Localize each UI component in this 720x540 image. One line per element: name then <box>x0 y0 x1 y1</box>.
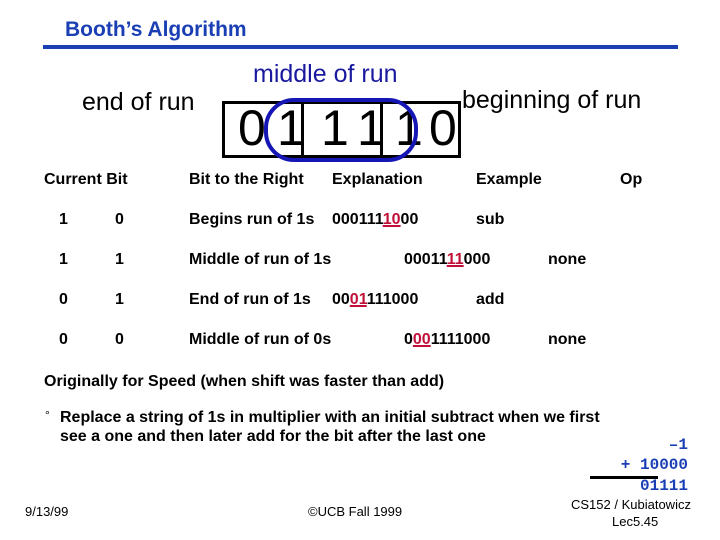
explanation: Begins run of 1s <box>189 211 315 228</box>
example: 0001111000 <box>332 291 418 309</box>
middle-of-run-label: middle of run <box>253 60 398 88</box>
footer-date: 9/13/99 <box>25 504 69 519</box>
slide-title: Booth’s Algorithm <box>65 18 247 41</box>
arith-result: 01111 <box>639 477 688 495</box>
right-bit: 0 <box>115 331 124 348</box>
footer-copyright: ©UCB Fall 1999 <box>308 504 403 519</box>
explanation: End of run of 1s <box>189 291 311 308</box>
current-bit: 0 <box>59 291 68 308</box>
example-suffix: 00 <box>400 211 419 228</box>
example-highlight: 10 <box>382 211 401 228</box>
current-bit: 1 <box>59 211 68 228</box>
example-prefix: 000111 <box>332 211 383 228</box>
bit: 0 <box>238 100 266 156</box>
header-current-bit: Current Bit <box>44 171 128 188</box>
op: none <box>548 331 587 348</box>
footer-lecture: Lec5.45 <box>612 514 659 529</box>
header-explanation: Explanation <box>332 171 423 188</box>
explanation: Middle of run of 0s <box>189 331 332 348</box>
bullet-line-2: see a one and then later add for the bit… <box>60 428 486 445</box>
header-example: Example <box>476 171 542 188</box>
right-bit: 0 <box>115 211 124 228</box>
bit: 0 <box>429 100 457 156</box>
right-bit: 1 <box>115 251 124 268</box>
bullet-icon: ° <box>45 408 50 422</box>
explanation: Middle of run of 1s <box>189 251 332 268</box>
example-highlight: 01 <box>349 291 367 308</box>
note-heading: Originally for Speed (when shift was fas… <box>44 373 445 390</box>
example-prefix: 0 <box>404 331 413 348</box>
run-highlight-oval <box>264 98 418 162</box>
example: 0001111000 <box>404 331 490 349</box>
example-prefix: 00 <box>332 291 350 308</box>
beginning-of-run-label: beginning of run <box>462 86 642 114</box>
example-suffix: 1111000 <box>430 331 491 348</box>
arith-plus-line: + 10000 <box>620 456 688 474</box>
example-highlight: 00 <box>412 331 431 348</box>
end-of-run-label: end of run <box>82 88 195 116</box>
bullet-line-1: Replace a string of 1s in multiplier wit… <box>60 409 600 426</box>
example: 0001111000 <box>404 251 490 269</box>
current-bit: 1 <box>59 251 68 268</box>
current-bit: 0 <box>59 331 68 348</box>
header-bit-to-right: Bit to the Right <box>189 171 304 188</box>
arith-minus-one: –1 <box>668 436 688 454</box>
title-underline <box>43 45 678 49</box>
footer-course: CS152 / Kubiatowicz <box>571 497 691 512</box>
example-suffix: 111000 <box>366 291 419 308</box>
op: add <box>476 291 505 308</box>
op: none <box>548 251 587 268</box>
op: sub <box>476 211 505 228</box>
example-highlight: 11 <box>446 251 464 268</box>
example-suffix: 000 <box>463 251 491 268</box>
example-prefix: 00011 <box>404 251 447 268</box>
right-bit: 1 <box>115 291 124 308</box>
header-op: Op <box>620 171 643 188</box>
example: 0001111000 <box>332 211 418 229</box>
